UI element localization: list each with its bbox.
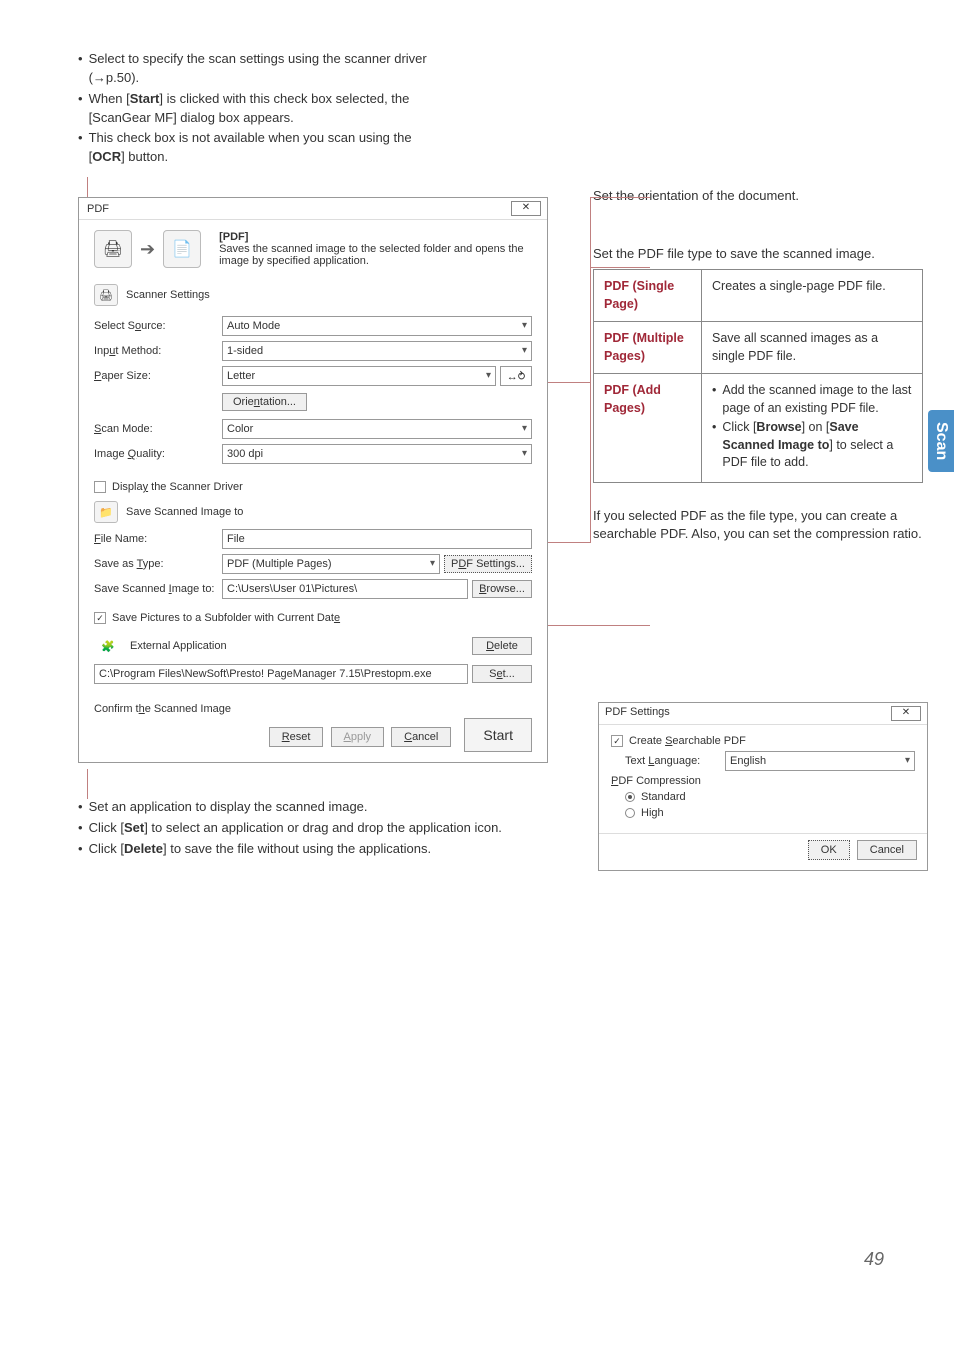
bottom-bullet-0: Set an application to display the scanne… <box>89 798 368 817</box>
select-source-label: Select Source: <box>94 320 222 332</box>
close-icon[interactable]: ✕ <box>891 706 921 721</box>
pdf-dialog: PDF ✕ 🖨 ➔ 📄 [PDF] Saves the scanned imag… <box>78 197 548 763</box>
text-language-label: Text Language: <box>625 755 725 767</box>
dialog-title-text: PDF <box>87 203 109 215</box>
table-cell-add-name: PDF (Add Pages) <box>594 374 702 483</box>
reset-button[interactable]: Reset <box>269 727 324 747</box>
select-source-dropdown[interactable]: Auto Mode <box>222 316 532 336</box>
cancel-button[interactable]: Cancel <box>857 840 917 860</box>
top-bullet-2: This check box is not available when you… <box>89 129 438 167</box>
input-method-dropdown[interactable]: 1-sided <box>222 341 532 361</box>
pdf-compression-label: PDF Compression <box>611 775 701 787</box>
annotation-searchable: If you selected PDF as the file type, yo… <box>593 507 923 543</box>
high-label: High <box>641 807 664 819</box>
table-cell-add-desc: •Add the scanned image to the last page … <box>702 374 923 483</box>
arrow-icon: ➔ <box>140 239 155 260</box>
save-section-title: Save Scanned Image to <box>126 506 243 518</box>
side-tab: Scan <box>928 410 954 472</box>
close-icon[interactable]: ✕ <box>511 201 541 216</box>
table-cell-multi-name: PDF (Multiple Pages) <box>594 322 702 374</box>
save-subfolder-label: Save Pictures to a Subfolder with Curren… <box>112 612 340 624</box>
file-name-input[interactable]: File <box>222 529 532 549</box>
bottom-bullet-1: Click [Set] to select an application or … <box>89 819 502 838</box>
pdf-settings-dialog: PDF Settings ✕ ✓ Create Searchable PDF T… <box>598 702 928 871</box>
top-bullet-0: Select to specify the scan settings usin… <box>89 50 438 88</box>
app-path-input[interactable]: C:\Program Files\NewSoft\Presto! PageMan… <box>94 664 468 684</box>
pdf-header-desc: Saves the scanned image to the selected … <box>219 243 532 267</box>
scan-mode-label: Scan Mode: <box>94 423 222 435</box>
text-language-dropdown[interactable]: English <box>725 751 915 771</box>
top-bullet-1: When [Start] is clicked with this check … <box>89 90 438 128</box>
save-as-type-label: Save as Type: <box>94 558 222 570</box>
start-button[interactable]: Start <box>464 718 532 752</box>
app-icon: 🧩 <box>94 634 122 658</box>
browse-button[interactable]: Browse... <box>472 580 532 598</box>
input-method-label: Input Method: <box>94 345 222 357</box>
save-as-type-dropdown[interactable]: PDF (Multiple Pages) <box>222 554 440 574</box>
apply-button[interactable]: Apply <box>331 727 385 747</box>
image-quality-label: Image Quality: <box>94 448 222 460</box>
scanner-settings-icon: 🖨 <box>94 284 118 306</box>
orientation-button[interactable]: Orientation... <box>222 393 307 411</box>
bottom-bullet-list: •Set an application to display the scann… <box>78 798 588 859</box>
pdf-type-table: PDF (Single Page) Creates a single-page … <box>593 269 923 483</box>
file-name-label: File Name: <box>94 533 222 545</box>
high-radio[interactable] <box>625 808 635 818</box>
pdf-settings-title: PDF Settings <box>605 706 670 721</box>
create-searchable-label: Create Searchable PDF <box>629 735 746 747</box>
save-folder-icon: 📁 <box>94 501 118 523</box>
scanner-settings-label: Scanner Settings <box>126 289 210 301</box>
image-quality-dropdown[interactable]: 300 dpi <box>222 444 532 464</box>
delete-button[interactable]: Delete <box>472 637 532 655</box>
standard-radio[interactable] <box>625 792 635 802</box>
page-number: 49 <box>864 1249 884 1270</box>
save-to-label: Save Scanned Image to: <box>94 583 222 595</box>
save-subfolder-checkbox[interactable]: ✓ <box>94 612 106 624</box>
confirm-label: Confirm the Scanned Image <box>94 703 231 715</box>
save-to-input[interactable]: C:\Users\User 01\Pictures\ <box>222 579 468 599</box>
annotation-pdf-type: Set the PDF file type to save the scanne… <box>593 245 923 263</box>
table-cell-single-name: PDF (Single Page) <box>594 270 702 322</box>
rotate-button[interactable]: ↔⥁ <box>500 366 532 386</box>
cancel-button[interactable]: Cancel <box>391 727 451 747</box>
pdf-file-icon: 📄 <box>163 230 201 268</box>
pdf-settings-button[interactable]: PDF Settings... <box>444 555 532 573</box>
table-cell-multi-desc: Save all scanned images as a single PDF … <box>702 322 923 374</box>
standard-label: Standard <box>641 791 686 803</box>
scan-mode-dropdown[interactable]: Color <box>222 419 532 439</box>
paper-size-dropdown[interactable]: Letter <box>222 366 496 386</box>
top-bullet-list: •Select to specify the scan settings usi… <box>78 50 438 167</box>
create-searchable-checkbox[interactable]: ✓ <box>611 735 623 747</box>
display-driver-label: Display the Scanner Driver <box>112 481 243 493</box>
display-driver-checkbox[interactable] <box>94 481 106 493</box>
bottom-bullet-2: Click [Delete] to save the file without … <box>89 840 432 859</box>
ok-button[interactable]: OK <box>808 840 850 860</box>
set-button[interactable]: Set... <box>472 665 532 683</box>
scanner-icon: 🖨 <box>94 230 132 268</box>
pdf-header-title: [PDF] <box>219 231 532 243</box>
table-cell-single-desc: Creates a single-page PDF file. <box>702 270 923 322</box>
paper-size-label: Paper Size: <box>94 370 222 382</box>
external-app-label: External Application <box>130 640 227 652</box>
